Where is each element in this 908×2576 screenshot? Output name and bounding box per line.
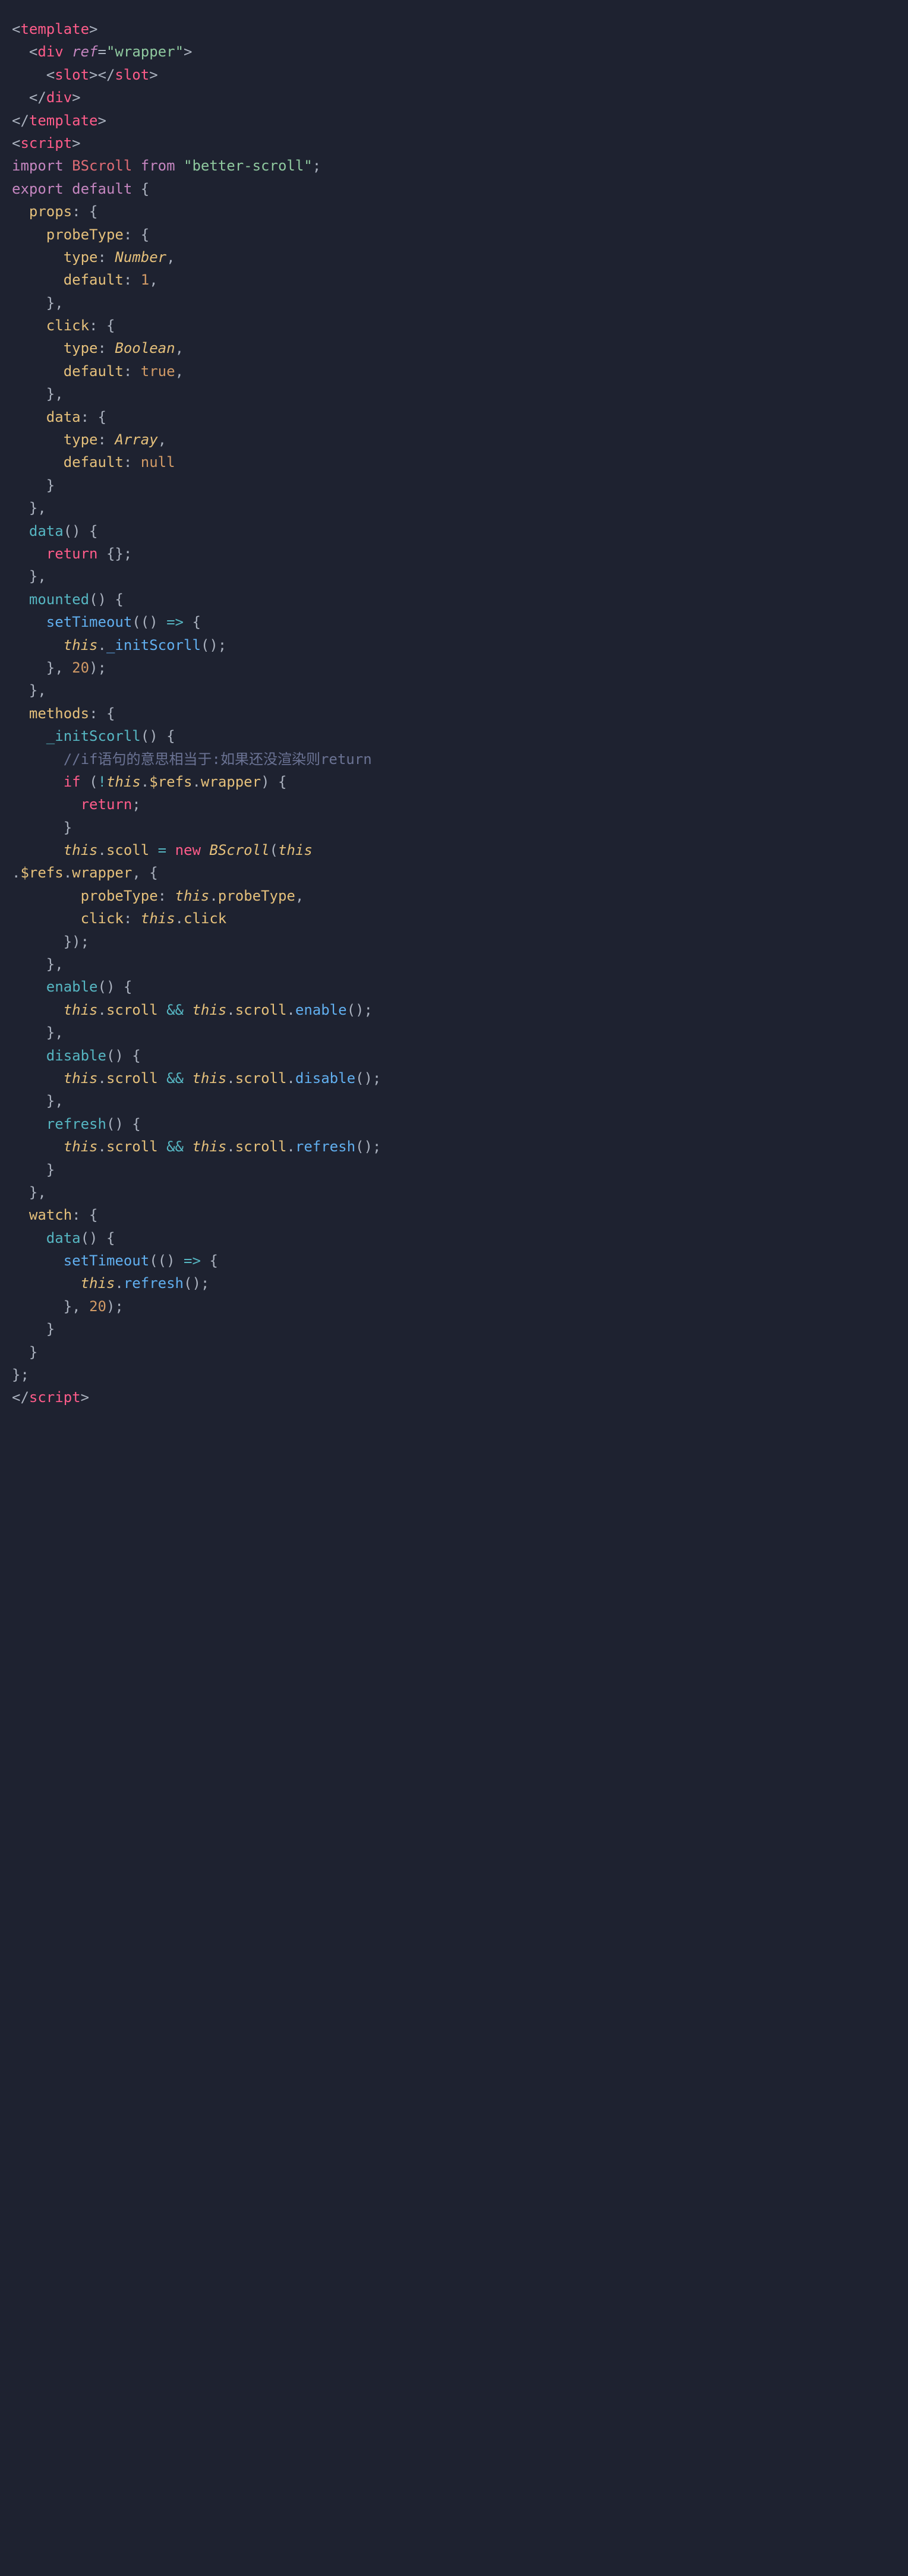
code-block: <template> <div ref="wrapper"> <slot></s… (12, 18, 896, 1409)
